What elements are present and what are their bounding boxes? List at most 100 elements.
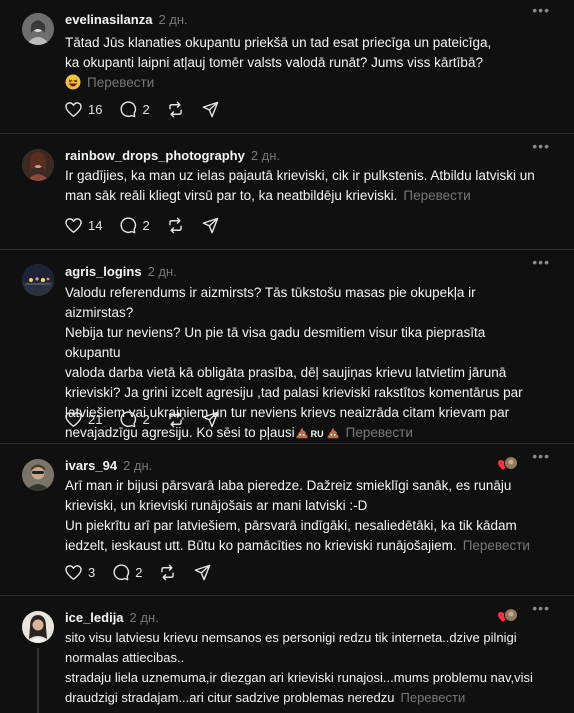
heart-icon bbox=[65, 217, 82, 233]
avatar[interactable] bbox=[22, 459, 54, 491]
text-line: iedzelt, ieskaust utt. Būtu ko pamācītie… bbox=[65, 538, 457, 553]
share-icon bbox=[202, 101, 219, 117]
share-icon bbox=[195, 564, 211, 580]
reply-post: rainbow_drops_photography 2 дн. ••• Ir g… bbox=[0, 134, 574, 250]
repost-icon bbox=[168, 217, 182, 233]
reply-count: 2 bbox=[142, 217, 150, 233]
reply-count: 2 bbox=[142, 101, 150, 117]
like-count: 21 bbox=[88, 411, 103, 427]
heart-icon bbox=[65, 411, 82, 427]
reply-post: ice_ledija 2 дн. ••• sito visu latviesu … bbox=[0, 596, 574, 713]
author-liked-icon bbox=[498, 456, 518, 472]
timestamp[interactable]: 2 дн. bbox=[148, 264, 177, 279]
comment-icon bbox=[120, 216, 137, 233]
like-button[interactable]: 14 bbox=[64, 216, 102, 235]
repost-icon bbox=[168, 411, 182, 427]
post-actions: 21 2 bbox=[64, 409, 236, 429]
reply-button[interactable]: 2 bbox=[111, 563, 142, 582]
like-count: 14 bbox=[88, 217, 103, 233]
author-liked-icon bbox=[498, 608, 518, 624]
text-line: Valodu referendums ir aizmirsts? Tās tūk… bbox=[65, 285, 476, 320]
reply-post: agris_logins 2 дн. ••• Valodu referendum… bbox=[0, 250, 574, 444]
post-actions: 14 2 bbox=[64, 215, 236, 235]
ru-badge: RU bbox=[310, 429, 324, 439]
post-text: Tātad Jūs klanaties okupantu priekšā un … bbox=[65, 33, 543, 96]
like-count: 3 bbox=[88, 564, 96, 580]
like-button[interactable]: 16 bbox=[64, 100, 102, 119]
timestamp[interactable]: 2 дн. bbox=[130, 610, 159, 625]
text-line: ka okupanti laipni atļauj tomēr valsts v… bbox=[65, 55, 483, 70]
text-line: Tātad Jūs klanaties okupantu priekšā un … bbox=[65, 35, 492, 50]
repost-button[interactable] bbox=[166, 216, 185, 235]
heart-icon bbox=[65, 564, 82, 580]
username[interactable]: ice_ledija bbox=[65, 610, 124, 625]
more-icon[interactable]: ••• bbox=[532, 254, 550, 270]
timestamp[interactable]: 2 дн. bbox=[158, 12, 187, 27]
share-button[interactable] bbox=[201, 410, 220, 429]
reply-count: 2 bbox=[135, 564, 143, 580]
username[interactable]: ivars_94 bbox=[65, 458, 117, 473]
reply-button[interactable]: 2 bbox=[118, 216, 150, 235]
post-text: Ir gadījies, ka man uz ielas pajautā kri… bbox=[65, 166, 543, 206]
post-text: sito visu latviesu krievu nemsanos es pe… bbox=[65, 628, 543, 708]
translate-link[interactable]: Перевести bbox=[87, 75, 154, 90]
repost-button[interactable] bbox=[166, 410, 185, 429]
more-icon[interactable]: ••• bbox=[532, 448, 550, 464]
poop-emoji bbox=[326, 426, 340, 446]
more-icon[interactable]: ••• bbox=[532, 600, 550, 616]
text-line: sito visu latviesu krievu nemsanos es pe… bbox=[65, 630, 517, 645]
share-icon bbox=[202, 217, 219, 233]
username[interactable]: evelinasilanza bbox=[65, 12, 152, 27]
translate-link[interactable]: Перевести bbox=[463, 538, 530, 553]
text-line: Nebija tur neviens? Un pie tā visa gadu … bbox=[65, 325, 486, 360]
reply-button[interactable]: 2 bbox=[118, 410, 150, 429]
like-count: 16 bbox=[88, 101, 103, 117]
text-line: Ir gadījies, ka man uz ielas pajautā kri… bbox=[65, 168, 535, 183]
translate-link[interactable]: Перевести bbox=[401, 690, 466, 705]
share-button[interactable] bbox=[193, 563, 212, 582]
translate-link[interactable]: Перевести bbox=[346, 425, 413, 440]
avatar[interactable] bbox=[22, 611, 54, 643]
repost-icon bbox=[161, 564, 175, 580]
post-actions: 16 2 bbox=[64, 99, 236, 119]
text-line: draudzigi stradajam...ari citur sadzive … bbox=[65, 690, 395, 705]
share-button[interactable] bbox=[201, 216, 220, 235]
avatar[interactable] bbox=[22, 264, 54, 296]
laughing-emoji bbox=[65, 74, 81, 96]
text-line: man sāk reāli kliegt virsū par to, ka ne… bbox=[65, 188, 398, 203]
repost-icon bbox=[168, 101, 182, 117]
text-line: krieviski, un krieviski runājošais ar ma… bbox=[65, 498, 368, 513]
text-line: Arī man ir bijusi pārsvarā laba pieredze… bbox=[65, 478, 512, 493]
text-line: Un piekrītu arī par latviešiem, pārsvarā… bbox=[65, 518, 517, 533]
username[interactable]: agris_logins bbox=[65, 264, 142, 279]
translate-link[interactable]: Перевести bbox=[403, 188, 470, 203]
reply-button[interactable]: 2 bbox=[118, 100, 150, 119]
reply-post: evelinasilanza 2 дн. ••• Tātad Jūs klana… bbox=[0, 0, 574, 134]
text-line: normalas attiecibas.. bbox=[65, 650, 185, 665]
repost-button[interactable] bbox=[158, 563, 177, 582]
share-button[interactable] bbox=[201, 100, 220, 119]
comment-icon bbox=[120, 410, 137, 427]
reply-post: ivars_94 2 дн. ••• Arī man ir bijusi pār… bbox=[0, 444, 574, 596]
heart-icon bbox=[65, 101, 82, 117]
text-line: valoda darba vietā kā obligāta prasība, … bbox=[65, 365, 507, 380]
text-line: stradaju liela uznemuma,ir diezgan ari k… bbox=[65, 670, 533, 685]
avatar[interactable] bbox=[22, 13, 54, 45]
repost-button[interactable] bbox=[166, 100, 185, 119]
thread-line bbox=[37, 648, 39, 713]
poop-emoji bbox=[295, 426, 309, 446]
timestamp[interactable]: 2 дн. bbox=[123, 458, 152, 473]
comment-icon bbox=[120, 100, 137, 117]
thread-replies-feed: evelinasilanza 2 дн. ••• Tātad Jūs klana… bbox=[0, 0, 574, 713]
avatar[interactable] bbox=[22, 149, 54, 181]
username[interactable]: rainbow_drops_photography bbox=[65, 148, 245, 163]
more-icon[interactable]: ••• bbox=[532, 138, 550, 154]
text-line: krieviski? Ja grini izcelt agresiju ,tad… bbox=[65, 385, 523, 400]
reply-count: 2 bbox=[142, 411, 150, 427]
post-actions: 3 2 bbox=[64, 562, 228, 582]
comment-icon bbox=[113, 563, 130, 580]
like-button[interactable]: 3 bbox=[64, 563, 95, 582]
timestamp[interactable]: 2 дн. bbox=[251, 148, 280, 163]
like-button[interactable]: 21 bbox=[64, 410, 102, 429]
more-icon[interactable]: ••• bbox=[532, 2, 550, 18]
